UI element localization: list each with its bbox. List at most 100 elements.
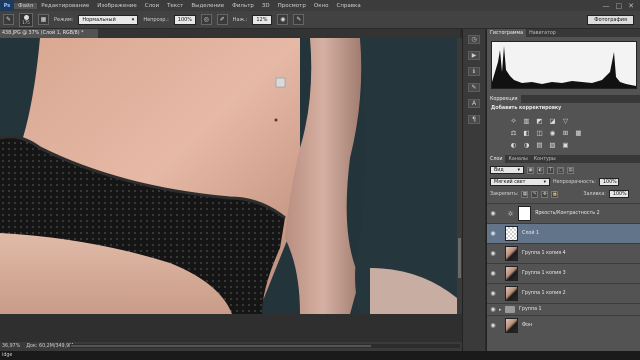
layer-name[interactable]: Группа 1 <box>519 307 542 312</box>
layer-name[interactable]: Группа 1 копия 3 <box>522 271 566 276</box>
document-tab-bar: 438.JPG @ 37% (Слой 1, RGB/8) * <box>0 29 460 38</box>
channel-mixer-icon[interactable]: ⊞ <box>561 128 570 137</box>
horizontal-scrollbar[interactable] <box>70 344 460 348</box>
menu-image[interactable]: Изображение <box>93 3 141 9</box>
layer-mask-thumbnail[interactable] <box>518 206 531 221</box>
layer-row[interactable]: ◉ ☼ Яркость/Контрастность 2 <box>487 203 640 223</box>
levels-icon[interactable]: ▥ <box>522 116 531 125</box>
layer-name[interactable]: Слой 1 <box>522 231 539 236</box>
color-lookup-icon[interactable]: ▦ <box>574 128 583 137</box>
paragraph-icon[interactable]: ¶ <box>468 115 480 124</box>
menu-select[interactable]: Выделение <box>187 3 228 9</box>
maximize-icon[interactable]: □ <box>616 2 623 10</box>
eye-icon[interactable]: ◉ <box>487 270 499 277</box>
menu-filter[interactable]: Фильтр <box>228 3 258 9</box>
airbrush-icon[interactable]: ✐ <box>216 14 228 25</box>
tab-adjustments[interactable]: Коррекция <box>487 95 521 103</box>
history-icon[interactable]: ◷ <box>468 35 480 44</box>
layer-row[interactable]: ◉ Группа 1 копия 3 <box>487 263 640 283</box>
layer-filter-select[interactable]: Вид ▾ <box>490 166 524 174</box>
gradient-map-icon[interactable]: ▨ <box>548 140 557 149</box>
pressure-opacity-icon[interactable]: ◎ <box>200 14 212 25</box>
properties-icon[interactable]: ℹ <box>468 67 480 76</box>
pressure-size-icon[interactable]: ◉ <box>277 14 289 25</box>
menu-window[interactable]: Окно <box>310 3 333 9</box>
menu-3d[interactable]: 3D <box>258 3 274 9</box>
layer-group-row[interactable]: ◉ ▸ Группа 1 <box>487 303 640 315</box>
opacity-field[interactable]: 100% <box>173 14 196 25</box>
workspace-select[interactable]: Фотография <box>587 15 634 25</box>
histogram-chart <box>492 46 636 88</box>
actions-icon[interactable]: ▶ <box>468 51 480 60</box>
close-icon[interactable]: ✕ <box>628 2 634 10</box>
layer-row[interactable]: ◉ Фон <box>487 315 640 335</box>
tab-layers[interactable]: Слои <box>487 155 506 163</box>
flow-field[interactable]: 12% <box>252 14 273 25</box>
adjustments-tabs: Коррекция <box>487 95 640 103</box>
color-balance-icon[interactable]: ◧ <box>522 128 531 137</box>
brightness-contrast-icon[interactable]: ☼ <box>509 116 518 125</box>
invert-icon[interactable]: ◐ <box>509 140 518 149</box>
lock-position-icon[interactable]: ✥ <box>541 190 549 198</box>
threshold-icon[interactable]: ▤ <box>535 140 544 149</box>
filter-pixel-icon[interactable]: ▣ <box>527 166 534 174</box>
brush-size-picker[interactable]: 175 <box>19 12 33 27</box>
brush-panel-icon[interactable]: ▦ <box>38 14 49 25</box>
tablet-pressure-icon[interactable]: ✎ <box>293 14 305 25</box>
mode-select[interactable]: Нормальный ▾ <box>78 14 139 25</box>
layer-name[interactable]: Яркость/Контрастность 2 <box>535 211 600 216</box>
minimize-icon[interactable]: — <box>603 2 610 10</box>
filter-smart-icon[interactable]: ▤ <box>567 166 574 174</box>
layer-row[interactable]: ◉ Группа 1 копия 4 <box>487 243 640 263</box>
lock-all-icon[interactable]: 🔒 <box>551 190 559 198</box>
selective-color-icon[interactable]: ▣ <box>561 140 570 149</box>
layer-name[interactable]: Группа 1 копия 4 <box>522 251 566 256</box>
menu-help[interactable]: Справка <box>332 3 364 9</box>
lock-pixels-icon[interactable]: ✎ <box>531 190 539 198</box>
tab-paths[interactable]: Контуры <box>531 155 559 163</box>
eye-icon[interactable]: ◉ <box>487 322 499 329</box>
eye-icon[interactable]: ◉ <box>487 250 499 257</box>
curves-icon[interactable]: ◩ <box>535 116 544 125</box>
layer-row[interactable]: ◉ Слой 1 <box>487 223 640 243</box>
filter-shape-icon[interactable]: □ <box>557 166 564 174</box>
histogram-shape <box>492 46 636 88</box>
vertical-scroll-thumb[interactable] <box>458 238 461 278</box>
menu-edit[interactable]: Редактирование <box>37 3 93 9</box>
menu-type[interactable]: Текст <box>163 3 187 9</box>
eye-icon[interactable]: ◉ <box>487 230 499 237</box>
os-taskbar: idge <box>0 351 640 360</box>
document-canvas[interactable] <box>0 38 457 314</box>
fill-field[interactable]: 100% <box>608 190 629 198</box>
layer-row[interactable]: ◉ Группа 1 копия 2 <box>487 283 640 303</box>
menu-file[interactable]: Файл <box>14 2 38 9</box>
brush-size-value: 175 <box>22 19 30 25</box>
black-white-icon[interactable]: ◫ <box>535 128 544 137</box>
filter-type-icon[interactable]: T <box>547 166 554 174</box>
menu-layers[interactable]: Слои <box>141 3 163 9</box>
eye-icon[interactable]: ◉ <box>487 306 499 313</box>
document-tab[interactable]: 438.JPG @ 37% (Слой 1, RGB/8) * <box>0 29 98 38</box>
zoom-level[interactable]: 36,97% <box>2 344 20 349</box>
vibrance-icon[interactable]: ▽ <box>561 116 570 125</box>
hue-saturation-icon[interactable]: ⚖ <box>509 128 518 137</box>
filter-adjustment-icon[interactable]: ◐ <box>537 166 544 174</box>
layer-name[interactable]: Группа 1 копия 2 <box>522 291 566 296</box>
layer-name[interactable]: Фон <box>522 323 532 328</box>
menu-view[interactable]: Просмотр <box>274 3 310 9</box>
tab-channels[interactable]: Каналы <box>505 155 530 163</box>
photo-filter-icon[interactable]: ◉ <box>548 128 557 137</box>
brush-tool-icon[interactable]: ✎ <box>3 14 14 25</box>
tab-navigator[interactable]: Навигатор <box>526 29 559 37</box>
eye-icon[interactable]: ◉ <box>487 290 499 297</box>
brush-presets-icon[interactable]: ✎ <box>468 83 480 92</box>
horizontal-scroll-thumb[interactable] <box>71 345 371 347</box>
character-icon[interactable]: A <box>468 99 480 108</box>
layer-opacity-field[interactable]: 100% <box>599 178 619 186</box>
lock-transparency-icon[interactable]: ▦ <box>521 190 529 198</box>
tab-histogram[interactable]: Гистограмма <box>487 29 527 37</box>
posterize-icon[interactable]: ◑ <box>522 140 531 149</box>
blend-mode-select[interactable]: Мягкий свет ▾ <box>490 178 550 186</box>
eye-icon[interactable]: ◉ <box>487 210 499 217</box>
exposure-icon[interactable]: ◪ <box>548 116 557 125</box>
